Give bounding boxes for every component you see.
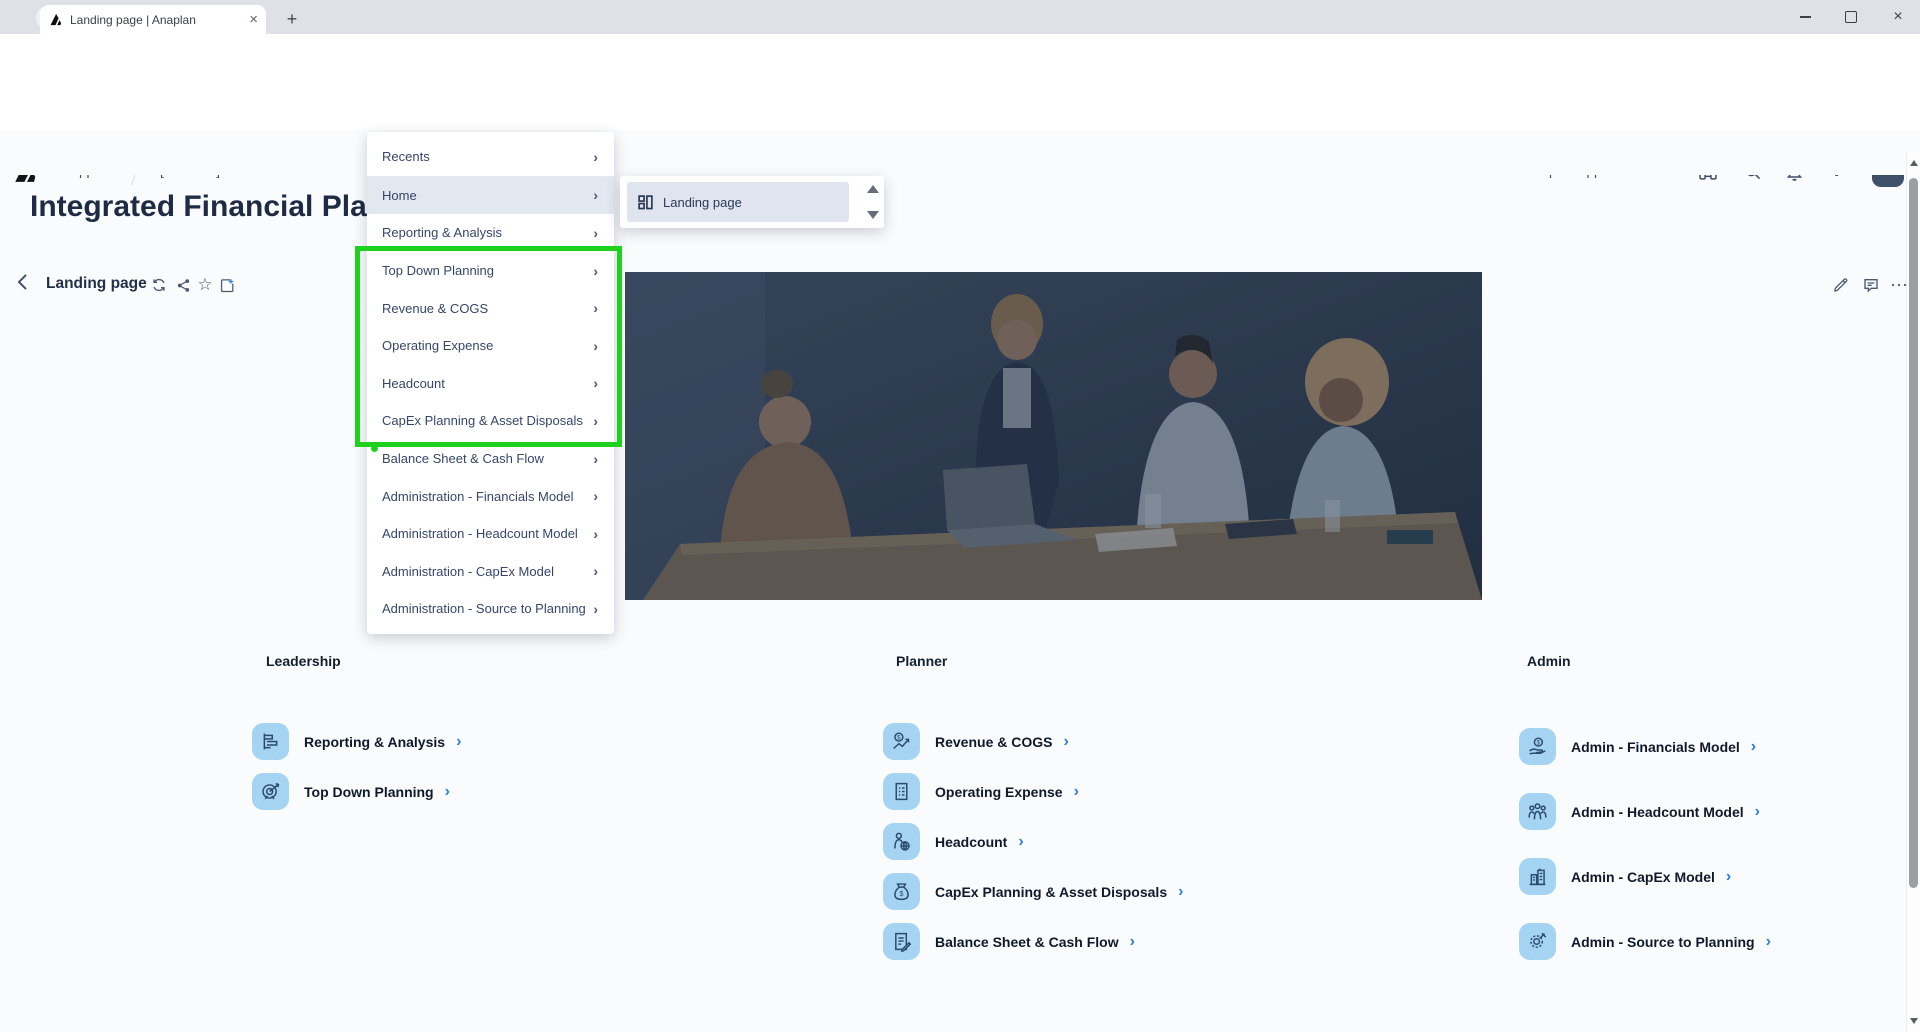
tab-close-icon[interactable]: × (249, 12, 258, 27)
chevron-right-icon: › (445, 784, 450, 800)
revenue-growth-icon: $ (883, 723, 920, 760)
favorite-star-icon[interactable]: ☆ (194, 275, 216, 295)
expense-list-icon (883, 773, 920, 810)
menu-item-recents[interactable]: Recents› (367, 138, 614, 176)
chevron-right-icon: › (1063, 734, 1068, 750)
chevron-right-icon: › (1751, 739, 1756, 755)
open-in-app-icon[interactable] (216, 275, 238, 295)
submenu-chevron-icon: › (593, 526, 598, 542)
scrollbar-thumb[interactable] (1909, 178, 1918, 888)
money-bag-icon: $ (883, 873, 920, 910)
board-icon (637, 194, 654, 211)
submenu-item-landing-page[interactable]: Landing page (627, 182, 849, 222)
app-header: Apps [Presales] IFP v2.0 - Base Demo Hom… (0, 70, 1920, 131)
link-admin-source[interactable]: Admin - Source to Planning › (1519, 923, 1771, 960)
chevron-right-icon: › (1726, 869, 1731, 885)
target-icon (252, 773, 289, 810)
new-tab-button[interactable]: + (280, 7, 304, 31)
menu-item-admin-headcount[interactable]: Administration - Headcount Model› (367, 515, 614, 553)
browser-tab[interactable]: Landing page | Anaplan × (40, 5, 266, 34)
chevron-right-icon: › (1074, 784, 1079, 800)
menu-item-admin-source[interactable]: Administration - Source to Planning› (367, 590, 614, 628)
anaplan-favicon-icon (48, 12, 63, 27)
menu-item-home[interactable]: Home› (367, 177, 614, 215)
page-scrollbar[interactable] (1906, 152, 1920, 1032)
menu-item-admin-capex[interactable]: Administration - CapEx Model› (367, 553, 614, 591)
svg-text:$: $ (897, 734, 901, 741)
page-toolbar-title: Landing page (46, 275, 147, 293)
link-revenue-cogs[interactable]: $ Revenue & COGS › (883, 723, 1069, 760)
annotation-dot (371, 445, 378, 452)
hero-image (625, 272, 1482, 600)
people-group-icon (1519, 793, 1556, 830)
edit-pencil-icon[interactable] (1830, 275, 1852, 295)
document-pencil-icon (883, 923, 920, 960)
link-balance-sheet[interactable]: Balance Sheet & Cash Flow › (883, 923, 1135, 960)
home-submenu: Landing page (620, 176, 884, 228)
scrollbar-down-icon[interactable] (1910, 1018, 1918, 1024)
link-operating-expense[interactable]: Operating Expense › (883, 773, 1079, 810)
share-icon[interactable] (172, 275, 194, 295)
scrollbar-up-icon[interactable] (1910, 160, 1918, 166)
buildings-icon (1519, 858, 1556, 895)
browser-tab-strip: Landing page | Anaplan × + × (0, 0, 1920, 34)
window-close-button[interactable]: × (1883, 4, 1913, 30)
back-chevron-icon[interactable] (12, 272, 32, 292)
page-toolbar: Landing page ☆ ⋯ (0, 130, 1920, 175)
submenu-chevron-icon: › (593, 451, 598, 467)
submenu-chevron-icon: › (593, 601, 598, 617)
chevron-right-icon: › (456, 734, 461, 750)
link-headcount[interactable]: Headcount › (883, 823, 1024, 860)
link-reporting-analysis[interactable]: Reporting & Analysis › (252, 723, 461, 760)
comment-icon[interactable] (1860, 275, 1882, 295)
link-admin-headcount[interactable]: Admin - Headcount Model › (1519, 793, 1760, 830)
chevron-right-icon: › (1130, 934, 1135, 950)
person-globe-icon (883, 823, 920, 860)
chevron-right-icon: › (1018, 834, 1023, 850)
report-chart-icon (252, 723, 289, 760)
link-capex-planning[interactable]: $ CapEx Planning & Asset Disposals › (883, 873, 1183, 910)
section-title-leadership: Leadership (266, 653, 341, 669)
coin-hand-icon: $ (1519, 728, 1556, 765)
scroll-up-icon[interactable] (867, 185, 879, 193)
refresh-icon[interactable] (148, 275, 170, 295)
chevron-right-icon: › (1766, 934, 1771, 950)
window-maximize-button[interactable] (1836, 4, 1866, 30)
submenu-chevron-icon: › (593, 225, 598, 241)
section-title-admin: Admin (1527, 653, 1571, 669)
submenu-chevron-icon: › (593, 187, 598, 203)
submenu-chevron-icon: › (593, 563, 598, 579)
section-title-planner: Planner (896, 653, 947, 669)
screen: Landing page | Anaplan × + × ← → us1a.ap… (0, 0, 1920, 1032)
window-minimize-button[interactable] (1790, 4, 1820, 30)
svg-text:$: $ (900, 891, 904, 898)
submenu-chevron-icon: › (593, 149, 598, 165)
link-admin-financials[interactable]: $ Admin - Financials Model › (1519, 728, 1756, 765)
chevron-right-icon: › (1178, 884, 1183, 900)
gear-wrench-icon (1519, 923, 1556, 960)
menu-item-admin-financials[interactable]: Administration - Financials Model› (367, 477, 614, 515)
link-top-down-planning[interactable]: Top Down Planning › (252, 773, 450, 810)
submenu-chevron-icon: › (593, 488, 598, 504)
submenu-item-label: Landing page (663, 195, 742, 210)
tab-title: Landing page | Anaplan (70, 13, 243, 27)
scroll-down-icon[interactable] (867, 211, 879, 219)
annotation-highlight-box (355, 246, 622, 447)
browser-toolbar: ← → us1a.app.anaplan.com/a/apps/app/21c2… (0, 34, 1920, 70)
svg-text:$: $ (1537, 739, 1541, 746)
chevron-right-icon: › (1755, 804, 1760, 820)
link-admin-capex[interactable]: Admin - CapEx Model › (1519, 858, 1731, 895)
